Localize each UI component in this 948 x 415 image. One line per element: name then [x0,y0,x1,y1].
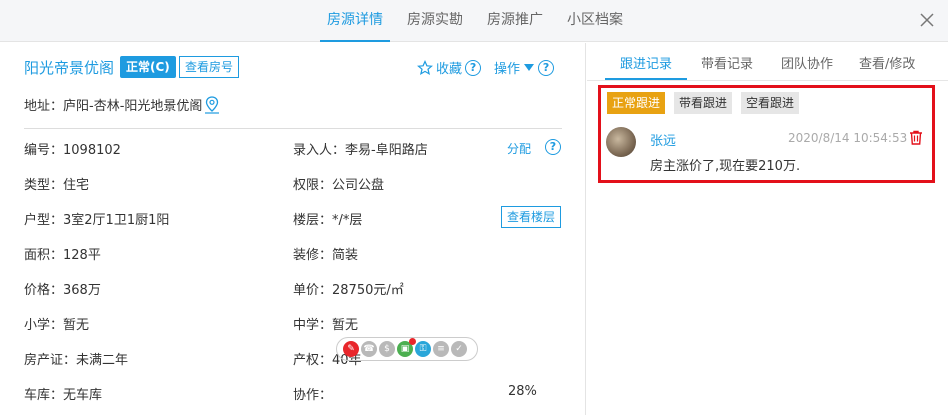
assign-link[interactable]: 分配 [507,140,531,157]
viewing-followup-button[interactable]: 带看跟进 [674,92,733,114]
field-type: 类型：住宅 [24,178,90,193]
cooperation-percent: 28% [508,384,537,399]
view-floor-button[interactable]: 查看楼层 [501,206,562,228]
help-icon[interactable]: ? [545,139,561,155]
house-detail-panel: 阳光帝景优阁 正常(C) 查看房号 收藏 ? 操作 ? 地址：庐阳-杏林-阳光地… [0,43,586,415]
field-unit-price: 单价：28750元/㎡ [293,283,404,298]
favorite-label: 收藏 [436,62,463,77]
tab-house-detail[interactable]: 房源详情 [320,0,390,42]
favorite-button[interactable]: 收藏 ? [417,58,482,77]
field-garage: 车库：无车库 [24,388,103,403]
top-tab-bar: 房源详情 房源实勘 房源推广 小区档案 [0,0,948,42]
field-primary-school: 小学：暂无 [24,318,90,333]
field-price: 价格：368万 [24,283,101,298]
tab-house-survey[interactable]: 房源实勘 [400,0,470,42]
help-icon[interactable]: ? [538,59,555,76]
caret-down-icon [524,63,535,71]
active-tab-indicator [605,78,687,80]
field-code: 编号：1098102 [24,143,121,158]
status-badge: 正常(C) [120,56,176,78]
operate-label: 操作 [494,62,521,77]
coin-icon[interactable]: $ [379,341,395,357]
field-middle-school: 中学：暂无 [293,318,359,333]
tab-followup-records[interactable]: 跟进记录 [620,53,672,72]
field-cooperation-label: 协作： [293,388,333,403]
address: 地址：庐阳-杏林-阳光地景优阁 [24,95,220,114]
empty-viewing-followup-button[interactable]: 空看跟进 [741,92,800,114]
tab-divider [587,80,948,81]
contract-icon[interactable]: ≡ [433,341,449,357]
notification-dot [409,338,416,345]
field-recorder: 录入人：李易-阜阳路店 [293,143,428,158]
field-layout: 户型：3室2厅1卫1厨1阳 [24,213,170,228]
view-room-number-button[interactable]: 查看房号 [179,56,240,78]
followup-time: 2020/8/14 10:54:53 [788,131,908,145]
check-icon[interactable]: ✓ [451,341,467,357]
location-pin-icon[interactable] [204,95,220,114]
house-title[interactable]: 阳光帝景优阁 [24,57,114,78]
followup-content: 房主涨价了,现在要210万. [650,159,801,174]
field-permission: 权限：公司公盘 [293,178,385,193]
pencil-icon[interactable]: ✎ [343,341,359,357]
field-area: 面积：128平 [24,248,101,263]
field-floor: 楼层：*/*层 [293,213,363,228]
phone-icon[interactable]: ☎ [361,341,377,357]
field-certificate: 房产证：未满二年 [24,353,129,368]
tab-house-promotion[interactable]: 房源推广 [480,0,550,42]
operate-dropdown[interactable]: 操作 ? [494,58,555,77]
field-decoration: 装修：简装 [293,248,359,263]
normal-followup-button[interactable]: 正常跟进 [607,92,666,114]
help-icon[interactable]: ? [465,59,482,76]
tab-community-archive[interactable]: 小区档案 [560,0,630,42]
star-icon [417,59,433,75]
followup-user[interactable]: 张远 [650,130,676,149]
close-icon[interactable] [918,11,936,29]
tab-viewing-records[interactable]: 带看记录 [701,53,753,72]
tab-view-edit[interactable]: 查看/修改 [859,53,915,72]
tab-team-collaboration[interactable]: 团队协作 [781,53,833,72]
photo-icon[interactable]: ▣ [397,338,416,357]
cooperation-icons: ✎ ☎ $ ▣ ⚿ ≡ ✓ [336,337,478,361]
avatar [606,127,636,157]
trash-icon[interactable] [909,130,923,145]
followup-panel: 跟进记录 带看记录 团队协作 查看/修改 正常跟进 带看跟进 空看跟进 张远 2… [587,43,948,415]
address-text: 地址：庐阳-杏林-阳光地景优阁 [24,99,203,114]
key-icon[interactable]: ⚿ [415,341,431,357]
divider [24,128,562,129]
